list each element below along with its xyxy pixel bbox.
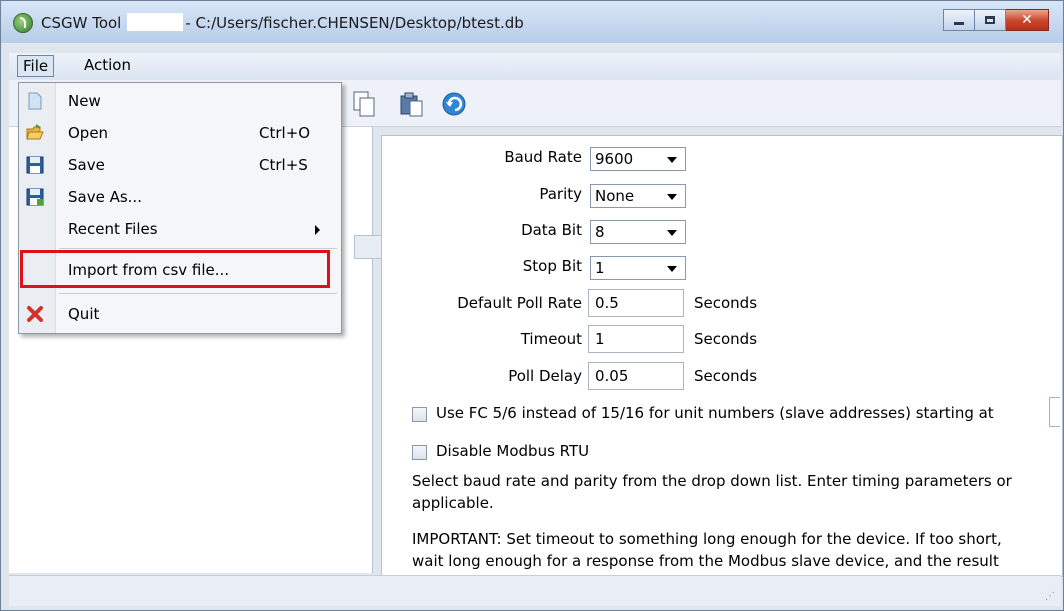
open-folder-icon	[26, 124, 44, 140]
help-text-line: applicable.	[412, 494, 494, 512]
timeout-input[interactable]: 1	[588, 325, 684, 353]
menu-bar: File Action	[9, 53, 1061, 79]
menu-item-open[interactable]: Open Ctrl+O	[19, 117, 341, 149]
shortcut-text: Ctrl+S	[259, 156, 308, 174]
poll-delay-unit: Seconds	[694, 367, 758, 385]
maximize-icon	[985, 16, 995, 24]
data-bit-value: 8	[595, 223, 605, 241]
disable-rtu-label: Disable Modbus RTU	[436, 442, 590, 460]
menu-file[interactable]: File	[17, 55, 55, 77]
tree-node-fragment[interactable]	[354, 235, 382, 259]
save-disk-icon	[26, 156, 44, 174]
submenu-arrow-icon	[315, 225, 320, 235]
title-bar[interactable]: CSGW Tool - C:/Users/fischer.CHENSEN/Desk…	[1, 1, 1063, 43]
highlight-annotation	[20, 250, 330, 288]
paste-icon[interactable]	[399, 90, 425, 118]
disable-rtu-checkbox[interactable]	[412, 445, 427, 460]
poll-rate-input[interactable]: 0.5	[588, 289, 684, 317]
quit-x-icon	[27, 306, 43, 322]
menu-item-recent-files[interactable]: Recent Files	[19, 213, 341, 245]
stop-bit-value: 1	[595, 259, 605, 277]
menu-item-quit[interactable]: Quit	[19, 298, 341, 330]
important-text-line: wait long enough for a response from the…	[412, 552, 999, 570]
redacted-block	[127, 13, 184, 31]
title-app-name: CSGW Tool	[41, 14, 122, 32]
poll-delay-label: Poll Delay	[508, 367, 582, 385]
data-bit-label: Data Bit	[521, 221, 582, 239]
menu-separator	[59, 248, 337, 249]
important-text-line: IMPORTANT: Set timeout to something long…	[412, 530, 1002, 548]
menu-action[interactable]: Action	[79, 55, 136, 75]
minimize-icon	[954, 22, 964, 25]
app-logo-icon	[13, 13, 33, 33]
file-menu-dropdown: New Open Ctrl+O Save Ctrl+S Save As... R…	[18, 82, 342, 334]
menu-item-label: Recent Files	[68, 220, 158, 238]
baud-rate-select[interactable]: 9600	[590, 147, 686, 171]
poll-rate-unit: Seconds	[694, 294, 758, 312]
chevron-down-icon	[667, 266, 677, 272]
chevron-down-icon	[667, 230, 677, 236]
title-file-path: - C:/Users/fischer.CHENSEN/Desktop/btest…	[185, 14, 524, 32]
parity-label: Parity	[539, 185, 582, 203]
status-bar: ⋰	[9, 575, 1061, 606]
poll-delay-input[interactable]: 0.05	[588, 362, 684, 390]
stop-bit-label: Stop Bit	[522, 257, 582, 275]
unit-start-input[interactable]	[1049, 397, 1060, 427]
shortcut-text: Ctrl+O	[259, 124, 311, 142]
baud-rate-label: Baud Rate	[504, 148, 582, 166]
menu-item-label: Quit	[68, 305, 100, 323]
resize-grip-icon[interactable]: ⋰	[1045, 591, 1055, 602]
menu-item-label: New	[68, 92, 101, 110]
menu-item-label: Save As...	[68, 188, 142, 206]
stop-bit-select[interactable]: 1	[590, 256, 686, 280]
menu-item-label: Save	[68, 156, 105, 174]
poll-rate-label: Default Poll Rate	[457, 294, 582, 312]
parity-select[interactable]: None	[590, 184, 686, 208]
new-file-icon	[28, 92, 42, 110]
help-text-line: Select baud rate and parity from the dro…	[412, 472, 1012, 490]
chevron-down-icon	[667, 194, 677, 200]
settings-panel: Baud Rate 9600 Parity None Data Bit 8 St…	[381, 135, 1063, 577]
timeout-unit: Seconds	[694, 330, 758, 348]
fc56-checkbox[interactable]	[412, 407, 427, 422]
copy-icon[interactable]	[351, 90, 377, 118]
close-button[interactable]: ✕	[1006, 9, 1049, 31]
maximize-button[interactable]	[975, 9, 1006, 31]
close-icon: ✕	[1021, 12, 1033, 28]
save-as-icon	[26, 188, 44, 206]
menu-item-save-as[interactable]: Save As...	[19, 181, 341, 213]
window-controls: ✕	[943, 9, 1049, 31]
data-bit-select[interactable]: 8	[590, 220, 686, 244]
chevron-down-icon	[667, 157, 677, 163]
window-title: CSGW Tool - C:/Users/fischer.CHENSEN/Desk…	[41, 13, 524, 32]
fc56-label: Use FC 5/6 instead of 15/16 for unit num…	[436, 404, 994, 422]
baud-rate-value: 9600	[595, 150, 634, 168]
parity-value: None	[595, 187, 635, 205]
menu-separator	[59, 293, 337, 294]
timeout-label: Timeout	[520, 330, 582, 348]
minimize-button[interactable]	[943, 9, 975, 31]
menu-item-label: Open	[68, 124, 109, 142]
menu-item-new[interactable]: New	[19, 85, 341, 117]
menu-item-save[interactable]: Save Ctrl+S	[19, 149, 341, 181]
refresh-icon[interactable]	[441, 90, 467, 118]
